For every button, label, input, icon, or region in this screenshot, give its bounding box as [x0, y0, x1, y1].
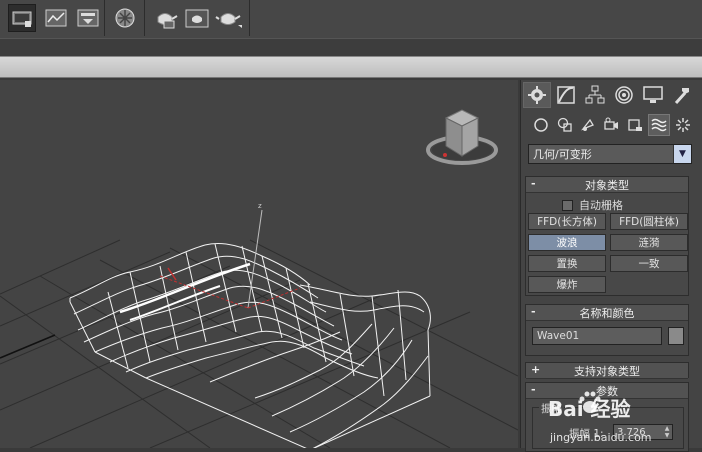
gizmo-z-axis	[247, 209, 263, 309]
subcategory-value: 几何/可变形	[533, 148, 592, 161]
supported-types-header[interactable]: + 支持对象类型	[526, 363, 688, 379]
object-name-field[interactable]: Wave01	[532, 327, 662, 345]
gizmo-z-label: z	[258, 202, 262, 210]
hierarchy-tab-icon[interactable]	[581, 82, 609, 108]
helpers-icon[interactable]	[624, 114, 646, 136]
subcategory-dropdown[interactable]: 几何/可变形 ▼	[528, 144, 692, 164]
watermark-brand: Bai 经验	[548, 397, 631, 421]
collapse-icon: -	[531, 305, 536, 318]
material-editor-icon[interactable]	[111, 4, 139, 32]
object-type-title: 对象类型	[585, 178, 629, 192]
toolbar-group-teapot	[145, 0, 250, 36]
rendered-frame-window-icon[interactable]	[42, 4, 70, 32]
modify-tab-icon[interactable]	[552, 82, 580, 108]
conform-button[interactable]: 一致	[610, 255, 688, 272]
baidu-jingyan-watermark: Bai 经验 jingyan.baidu.com	[548, 385, 698, 448]
ffd-cyl-button[interactable]: FFD(圆柱体)	[610, 213, 688, 230]
cameras-icon[interactable]	[600, 114, 622, 136]
supported-types-rollout: + 支持对象类型	[525, 362, 689, 379]
create-tab-icon[interactable]	[523, 82, 551, 108]
command-panel-tabs	[521, 80, 702, 110]
autogrid-checkbox[interactable]	[562, 199, 573, 211]
ribbon-strip	[0, 38, 702, 56]
watermark-url: jingyan.baidu.com	[550, 431, 652, 444]
space-warps-icon[interactable]	[648, 114, 670, 136]
displace-button[interactable]: 置换	[528, 255, 606, 272]
systems-icon[interactable]	[672, 114, 694, 136]
name-color-title: 名称和颜色	[579, 306, 635, 320]
geometry-icon[interactable]	[530, 114, 552, 136]
wave-gizmo-wireframe[interactable]	[69, 242, 431, 448]
object-type-header[interactable]: - 对象类型	[526, 177, 688, 193]
display-tab-icon[interactable]	[639, 82, 667, 108]
name-color-header[interactable]: - 名称和颜色	[526, 305, 688, 321]
render-to-texture-icon[interactable]	[74, 4, 102, 32]
supported-types-title: 支持对象类型	[574, 364, 640, 378]
bomb-button[interactable]: 爆炸	[528, 276, 606, 293]
motion-tab-icon[interactable]	[610, 82, 638, 108]
autogrid-checkbox-row[interactable]: 自动栅格	[562, 197, 623, 213]
perspective-viewport[interactable]: z	[0, 80, 518, 448]
viewport-scene: z	[0, 109, 518, 448]
expand-icon: +	[531, 363, 541, 376]
render-production-icon[interactable]	[151, 4, 179, 32]
render-setup-icon[interactable]	[8, 4, 36, 32]
object-type-rollout: - 对象类型 自动栅格 FFD(长方体) FFD(圆柱体) 波浪 涟漪 置换 一…	[525, 176, 689, 296]
render-iterative-icon[interactable]	[183, 4, 211, 32]
ffd-box-button[interactable]: FFD(长方体)	[528, 213, 606, 230]
toolbar-group-material	[105, 0, 145, 36]
gizmo-x-tick	[167, 267, 177, 281]
lights-icon[interactable]	[577, 114, 599, 136]
collapse-icon: -	[531, 383, 536, 396]
shapes-icon[interactable]	[554, 114, 576, 136]
chevron-down-icon[interactable]: ▼	[673, 145, 691, 163]
collapse-icon: -	[531, 177, 536, 190]
viewport-label-bar	[0, 56, 702, 78]
render-activeshade-icon[interactable]	[215, 4, 243, 32]
autogrid-label: 自动栅格	[579, 199, 623, 212]
ripple-button[interactable]: 涟漪	[610, 234, 688, 251]
viewcube[interactable]	[426, 109, 498, 165]
name-color-rollout: - 名称和颜色 Wave01	[525, 304, 689, 356]
toolbar-group-render	[0, 0, 105, 36]
object-color-swatch[interactable]	[668, 327, 684, 345]
grid-axis-line	[0, 334, 56, 359]
main-toolbar	[0, 0, 702, 38]
create-categories	[521, 114, 702, 138]
wave-button[interactable]: 波浪	[528, 234, 606, 251]
home-grid	[0, 239, 518, 448]
utilities-tab-icon[interactable]	[668, 82, 696, 108]
